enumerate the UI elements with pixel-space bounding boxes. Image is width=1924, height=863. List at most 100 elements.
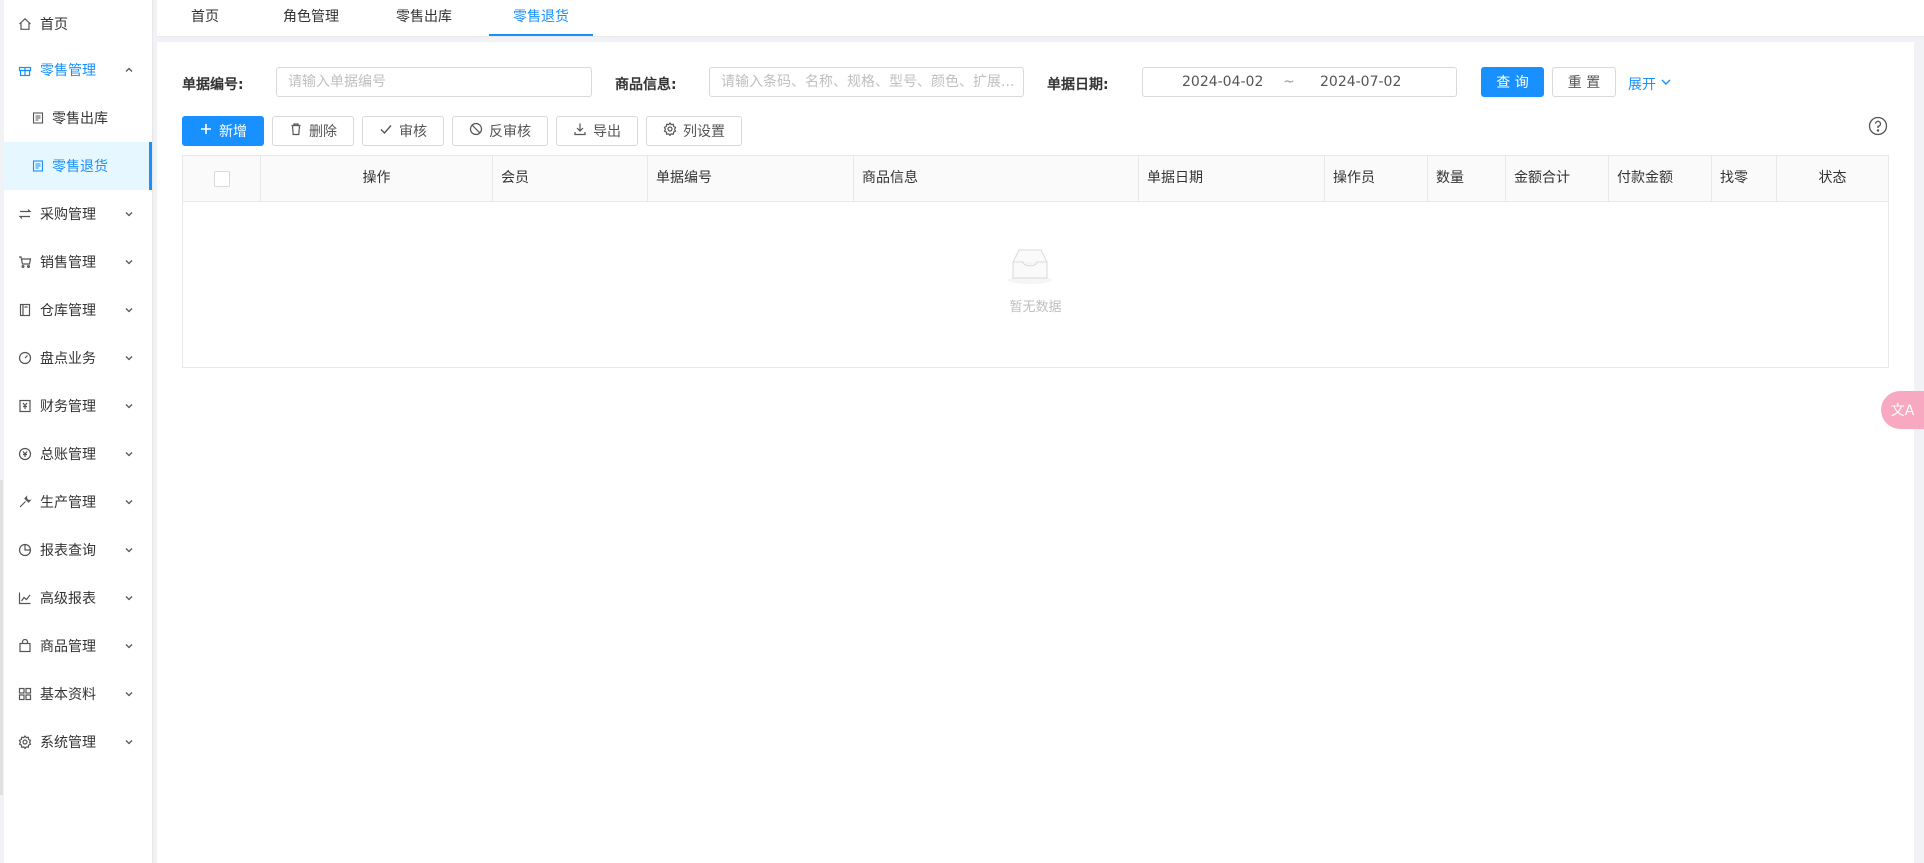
chevron-down-icon [124, 257, 134, 267]
setting-icon [663, 122, 677, 140]
sidebar-item-reports[interactable]: 报表查询 [4, 526, 152, 574]
account-book-icon [17, 398, 33, 414]
date-separator: ~ [1283, 74, 1295, 90]
bill-no-input[interactable]: 请输入单据编号 [276, 67, 592, 97]
chevron-down-icon [124, 641, 134, 651]
goods-info-input[interactable]: 请输入条码、名称、规格、型号、颜色、扩展... [709, 67, 1024, 97]
sidebar-item-label: 生产管理 [40, 495, 96, 511]
sidebar-item-retail[interactable]: 零售管理 [4, 46, 152, 94]
document-icon [30, 158, 46, 174]
sidebar-item-goods[interactable]: 商品管理 [4, 622, 152, 670]
table-header-cell: 付款金额 [1609, 156, 1712, 201]
table-header-cell: 状态 [1818, 170, 1847, 186]
sidebar-item-ledger[interactable]: 总账管理 [4, 430, 152, 478]
sidebar-item-label: 财务管理 [40, 399, 96, 415]
table-header-cell: 操作员 [1325, 156, 1428, 201]
audit-button-label: 审核 [399, 124, 427, 140]
sidebar-item-label: 报表查询 [40, 543, 96, 559]
table-header-cell: 数量 [1428, 156, 1506, 201]
sidebar-item-purchase[interactable]: 采购管理 [4, 190, 152, 238]
unaudit-button-label: 反审核 [489, 124, 531, 140]
appstore-icon [17, 686, 33, 702]
delete-button-label: 删除 [309, 124, 337, 140]
sidebar-item-label: 系统管理 [40, 735, 96, 751]
inbox-icon [1005, 246, 1055, 286]
sidebar-item-advanced-reports[interactable]: 高级报表 [4, 574, 152, 622]
tab-home[interactable]: 首页 [185, 0, 225, 34]
sidebar-item-retail-out[interactable]: 零售出库 [4, 94, 152, 142]
sidebar-item-warehouse[interactable]: 仓库管理 [4, 286, 152, 334]
table-header-cell: 找零 [1712, 156, 1777, 201]
expand-label: 展开 [1628, 77, 1656, 93]
bill-no-label: 单据编号: [182, 77, 244, 93]
trash-icon [289, 122, 303, 140]
table-header-cell: 操作 [261, 156, 493, 201]
sidebar-item-label: 零售出库 [52, 111, 108, 127]
column-settings-button[interactable]: 列设置 [646, 116, 742, 146]
sidebar-item-inventory[interactable]: 盘点业务 [4, 334, 152, 382]
sidebar-item-basic-data[interactable]: 基本资料 [4, 670, 152, 718]
sidebar-item-label: 总账管理 [40, 447, 96, 463]
setting-icon [17, 734, 33, 750]
chevron-down-icon [124, 593, 134, 603]
retail-return-table: 操作 会员 单据编号 商品信息 单据日期 操作员 数量 金额合计 付款金额 找零… [182, 155, 1889, 368]
date-range-picker[interactable]: 2024-04-02 ~ 2024-07-02 [1142, 67, 1457, 97]
sidebar-item-label: 零售退货 [52, 159, 108, 175]
empty-state: 暂无数据 [183, 201, 1888, 367]
table-header-cell: 单据编号 [648, 156, 854, 201]
dashboard-icon [17, 350, 33, 366]
question-circle-icon[interactable] [1868, 116, 1888, 136]
chevron-down-icon [124, 353, 134, 363]
table-header-cell: 单据日期 [1139, 156, 1325, 201]
table-header-cell: 金额合计 [1506, 156, 1609, 201]
tab-retail-return[interactable]: 零售退货 [489, 0, 593, 36]
plus-icon [199, 122, 213, 140]
sidebar-item-label: 仓库管理 [40, 303, 96, 319]
sidebar-item-label: 销售管理 [40, 255, 96, 271]
sidebar-item-label: 盘点业务 [40, 351, 96, 367]
check-icon [379, 122, 393, 140]
audit-button[interactable]: 审核 [362, 116, 444, 146]
chevron-down-icon [124, 689, 134, 699]
delete-button[interactable]: 删除 [272, 116, 354, 146]
sidebar-item-label: 基本资料 [40, 687, 96, 703]
sidebar-item-sales[interactable]: 销售管理 [4, 238, 152, 286]
date-start[interactable]: 2024-04-02 [1182, 74, 1263, 90]
reset-button[interactable]: 重 置 [1552, 67, 1616, 97]
sidebar-item-home[interactable]: 首页 [4, 0, 152, 48]
sidebar-item-production[interactable]: 生产管理 [4, 478, 152, 526]
tab-role-management[interactable]: 角色管理 [281, 0, 341, 34]
export-button[interactable]: 导出 [556, 116, 638, 146]
sidebar-item-finance[interactable]: 财务管理 [4, 382, 152, 430]
select-all-checkbox[interactable] [214, 171, 230, 187]
line-chart-icon [17, 590, 33, 606]
sidebar-item-label: 高级报表 [40, 591, 96, 607]
tab-retail-out[interactable]: 零售出库 [394, 0, 454, 34]
bill-date-label: 单据日期: [1047, 77, 1109, 93]
chevron-down-icon [124, 737, 134, 747]
chevron-down-icon [124, 305, 134, 315]
sidebar-item-system[interactable]: 系统管理 [4, 718, 152, 766]
sidebar-item-retail-return[interactable]: 零售退货 [4, 142, 152, 190]
money-icon [17, 446, 33, 462]
tab-bar: 首页 角色管理 零售出库 零售退货 [157, 0, 1924, 37]
chevron-down-icon [124, 401, 134, 411]
book-icon [17, 302, 33, 318]
unaudit-button[interactable]: 反审核 [452, 116, 548, 146]
pie-chart-icon [17, 542, 33, 558]
expand-link[interactable]: 展开 [1628, 74, 1672, 94]
chevron-down-icon [124, 545, 134, 555]
add-button-label: 新增 [219, 124, 247, 140]
chevron-up-icon [124, 65, 134, 75]
table-header-cell: 商品信息 [854, 156, 1139, 201]
export-button-label: 导出 [593, 124, 621, 140]
query-button[interactable]: 查 询 [1481, 67, 1544, 97]
chevron-down-icon [124, 209, 134, 219]
add-button[interactable]: 新增 [182, 116, 264, 146]
swap-icon [17, 206, 33, 222]
shopping-icon [17, 638, 33, 654]
translate-float-button[interactable]: 文A [1881, 391, 1924, 429]
date-end[interactable]: 2024-07-02 [1320, 74, 1401, 90]
chevron-down-icon [124, 449, 134, 459]
reset-button-label: 重 置 [1567, 75, 1601, 91]
